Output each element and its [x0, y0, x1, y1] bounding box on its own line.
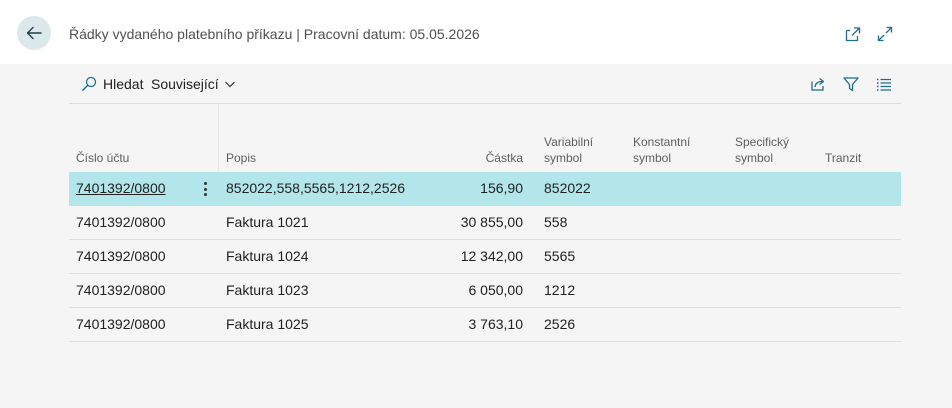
amount-cell: 12 342,00 [460, 248, 523, 264]
more-vertical-icon [203, 182, 207, 185]
description-cell: Faktura 1025 [226, 316, 309, 332]
related-menu[interactable]: Související [151, 76, 237, 92]
amount-cell: 6 050,00 [468, 282, 524, 298]
col-header-variable-symbol[interactable]: Variabilní symbol [544, 134, 593, 166]
col-header-account[interactable]: Číslo účtu [76, 150, 129, 166]
share-icon[interactable] [809, 75, 827, 93]
table-header: Číslo účtu Popis Částka Variabilní symbo… [69, 104, 901, 172]
variable-symbol-cell: 852022 [544, 180, 591, 196]
amount-cell: 156,90 [480, 180, 523, 196]
variable-symbol-cell: 558 [544, 214, 568, 230]
col-header-amount[interactable]: Částka [449, 150, 523, 166]
amount-cell: 3 763,10 [468, 316, 524, 332]
page-title: Řádky vydaného platebního příkazu | Prac… [69, 26, 480, 42]
column-divider [218, 104, 219, 172]
search-label: Hledat [103, 76, 144, 92]
col-header-specific-line2: symbol [735, 151, 774, 165]
col-header-constant-line2: symbol [633, 151, 672, 165]
filter-icon[interactable] [842, 75, 860, 93]
table-row[interactable]: 7401392/0800 Faktura 1023 6 050,00 1212 [69, 274, 901, 308]
variable-symbol-cell: 2526 [544, 316, 576, 332]
table-row[interactable]: 7401392/0800 Faktura 1021 30 855,00 558 [69, 206, 901, 240]
payment-lines-table: Číslo účtu Popis Částka Variabilní symbo… [69, 104, 901, 342]
col-header-specific-line1: Specifický [735, 135, 790, 149]
more-vertical-icon-dot [203, 187, 207, 191]
variable-symbol-cell: 5565 [544, 248, 576, 264]
table-row[interactable]: 7401392/0800 Faktura 1024 12 342,00 5565 [69, 240, 901, 274]
description-cell: 852022,558,5565,1212,2526 [226, 180, 406, 196]
description-cell: Faktura 1024 [226, 248, 309, 264]
expand-icon[interactable] [876, 25, 894, 43]
account-number-cell: 7401392/0800 [76, 316, 166, 332]
description-cell: Faktura 1023 [226, 282, 309, 298]
account-number-cell: 7401392/0800 [76, 282, 166, 298]
row-actions-button[interactable] [199, 180, 211, 198]
amount-cell: 30 855,00 [460, 214, 523, 230]
col-header-variable-line2: symbol [544, 151, 583, 165]
account-number-link[interactable]: 7401392/0800 [76, 180, 166, 196]
title-bar: Řádky vydaného platebního příkazu | Prac… [0, 0, 952, 64]
search-icon [82, 76, 97, 91]
back-button[interactable] [17, 16, 51, 50]
related-label: Související [151, 76, 219, 92]
variable-symbol-cell: 1212 [544, 282, 576, 298]
content-area: Hledat Související Číslo účtu Popis Část… [0, 64, 952, 408]
account-number-cell: 7401392/0800 [76, 248, 166, 264]
col-header-constant-symbol[interactable]: Konstantní symbol [633, 134, 690, 166]
list-view-icon[interactable] [875, 75, 893, 93]
table-row[interactable]: 7401392/0800 852022,558,5565,1212,2526 1… [69, 172, 901, 206]
page: Řádky vydaného platebního příkazu | Prac… [0, 0, 952, 408]
action-bar: Hledat Související [69, 64, 901, 104]
open-in-new-window-icon[interactable] [844, 25, 862, 43]
col-header-variable-line1: Variabilní [544, 135, 594, 149]
back-arrow-icon [26, 26, 42, 40]
col-header-specific-symbol[interactable]: Specifický symbol [735, 134, 789, 166]
search-button[interactable]: Hledat [81, 76, 143, 92]
col-header-transit[interactable]: Tranzit [825, 150, 861, 166]
col-header-constant-line1: Konstantní [633, 135, 691, 149]
more-vertical-icon-dot [203, 193, 207, 196]
table-row[interactable]: 7401392/0800 Faktura 1025 3 763,10 2526 [69, 308, 901, 342]
col-header-description[interactable]: Popis [226, 150, 256, 166]
description-cell: Faktura 1021 [226, 214, 309, 230]
chevron-down-icon [224, 81, 235, 88]
account-number-cell: 7401392/0800 [76, 214, 166, 230]
